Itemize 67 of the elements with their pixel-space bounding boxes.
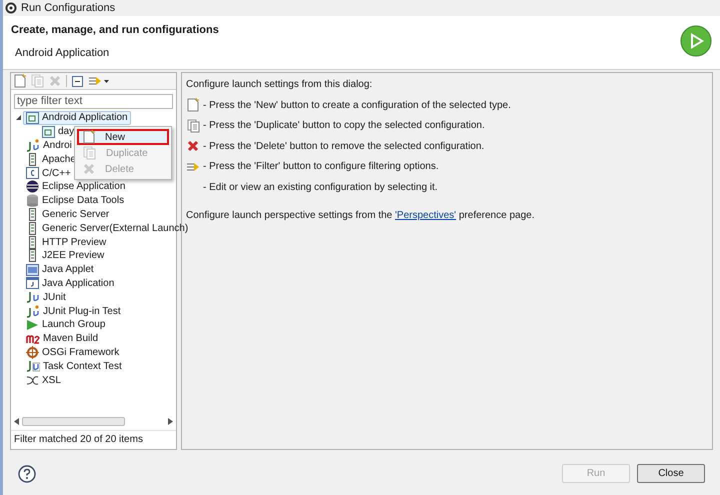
eclipse-icon — [26, 180, 39, 194]
scroll-left-icon[interactable] — [14, 418, 20, 424]
window-title: Run Configurations — [21, 0, 116, 16]
perspective-text: Configure launch perspective settings from the 'Perspectives' preference page. — [186, 208, 536, 222]
tree-item[interactable]: OSGi Framework — [42, 346, 120, 358]
copy-icon — [31, 74, 44, 88]
delete-x-icon — [83, 163, 95, 175]
server-icon — [26, 208, 39, 221]
header-title: Create, manage, and run configurations — [11, 23, 219, 38]
tree-item[interactable]: JUnit — [43, 292, 66, 303]
filter-dropdown-icon[interactable] — [88, 75, 110, 87]
copy-icon — [83, 146, 96, 160]
scroll-right-icon[interactable] — [167, 418, 173, 424]
server-icon — [26, 222, 39, 235]
info-line: - Press the 'New' button to create a configuration of the selected type. — [203, 98, 511, 113]
info-line: - Press the 'Duplicate' button to copy the selected configuration. — [203, 119, 485, 134]
horizontal-scrollbar[interactable] — [14, 415, 173, 427]
info-line: - Press the 'Delete' button to remove the selected configuration. — [203, 140, 484, 154]
filter-arrows-icon — [186, 160, 200, 173]
tree-item[interactable]: Eclipse Application — [42, 181, 126, 192]
delete-x-icon — [187, 140, 199, 152]
tree-item[interactable]: XSL — [42, 374, 61, 386]
help-icon[interactable] — [18, 464, 36, 482]
ju-icon — [26, 291, 40, 304]
tree-item[interactable]: Generic Server — [42, 208, 110, 220]
info-line: - Press the 'Filter' button to configure filtering options. — [203, 160, 439, 174]
ju-plugin-icon — [26, 304, 40, 318]
dialog-button[interactable]: Close — [637, 464, 705, 483]
ju-plugin-icon — [26, 139, 40, 152]
menu-item[interactable]: New — [77, 129, 169, 145]
tree-item[interactable]: Androi — [43, 140, 72, 151]
play-icon — [26, 318, 39, 331]
tree-item[interactable]: Java Application — [42, 278, 114, 289]
server-icon — [26, 152, 39, 166]
filter-field[interactable]: type filter text — [14, 94, 173, 109]
tree-item[interactable]: Launch Group — [42, 319, 106, 330]
tree-item[interactable]: Java Applet — [42, 264, 94, 276]
applet-icon — [26, 264, 39, 276]
tree-item[interactable]: Generic Server(External Launch) — [42, 222, 188, 234]
c-icon — [26, 167, 39, 180]
info-intro: Configure launch settings from this dialog: — [186, 78, 374, 92]
tree-item[interactable]: Task Context Test — [43, 360, 122, 372]
tree-item[interactable]: J2EE Preview — [42, 250, 104, 262]
tree-item[interactable]: C/C++ — [42, 168, 71, 179]
filter-status: Filter matched 20 of 20 items — [11, 430, 176, 449]
new-file-icon — [83, 130, 95, 144]
copy-icon — [186, 118, 200, 133]
tree-item[interactable]: Eclipse Data Tools — [42, 195, 124, 206]
info-line: - Edit or view an existing configuration by selecting it. — [203, 180, 438, 195]
server-icon — [26, 236, 39, 249]
m2-icon — [26, 334, 40, 344]
perspectives-link[interactable]: 'Perspectives' — [395, 210, 456, 220]
tree-item[interactable]: HTTP Preview — [42, 236, 106, 248]
ju-task-icon — [26, 360, 40, 372]
new-button[interactable] — [14, 74, 26, 88]
tree-item[interactable]: Maven Build — [43, 333, 98, 344]
new-file-icon — [187, 98, 199, 112]
header-subtitle: Android Application — [14, 46, 110, 60]
delete-x-icon — [49, 75, 61, 87]
database-icon — [26, 194, 39, 208]
collapse-icon[interactable] — [72, 76, 83, 86]
server-icon — [26, 249, 39, 262]
run-play-icon — [680, 25, 712, 57]
java-window-icon — [26, 277, 39, 290]
tree-item[interactable]: day — [58, 126, 74, 138]
expanded-arrow-icon[interactable] — [14, 113, 23, 122]
tree-item[interactable]: JUnit Plug-in Test — [43, 306, 121, 317]
